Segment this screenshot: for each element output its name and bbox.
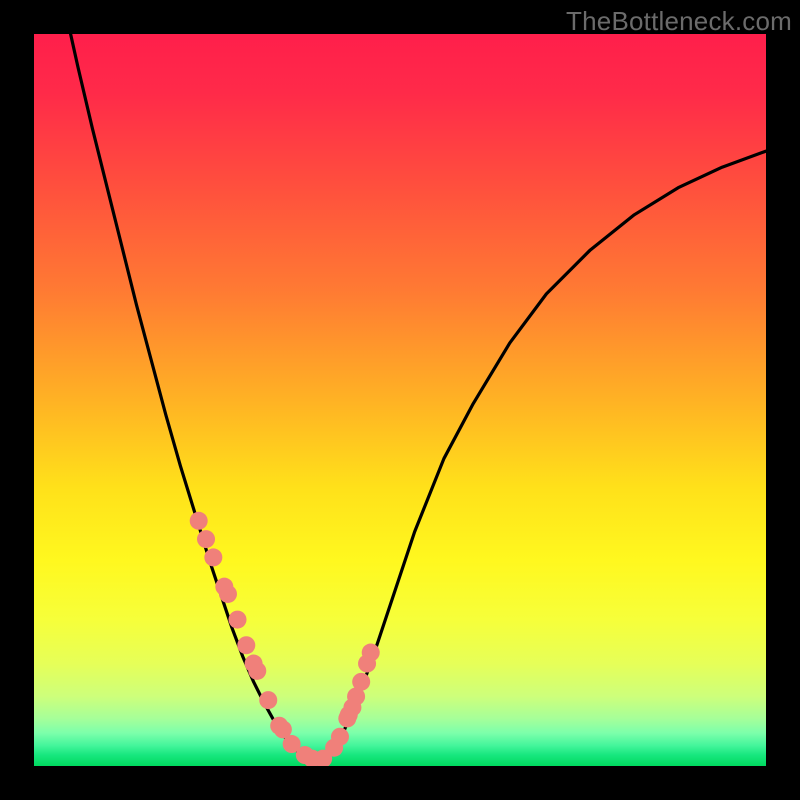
marker-point (219, 585, 237, 603)
marker-point (197, 530, 215, 548)
watermark-text: TheBottleneck.com (566, 6, 792, 37)
plot-area (34, 34, 766, 766)
marker-point (237, 636, 255, 654)
marker-point (362, 644, 380, 662)
marker-point (352, 673, 370, 691)
sample-markers (190, 512, 380, 766)
chart-frame: TheBottleneck.com (0, 0, 800, 800)
bottleneck-curve (71, 34, 766, 759)
marker-point (204, 548, 222, 566)
marker-point (229, 611, 247, 629)
marker-point (331, 728, 349, 746)
marker-point (259, 691, 277, 709)
marker-point (190, 512, 208, 530)
marker-point (248, 662, 266, 680)
curve-layer (34, 34, 766, 766)
